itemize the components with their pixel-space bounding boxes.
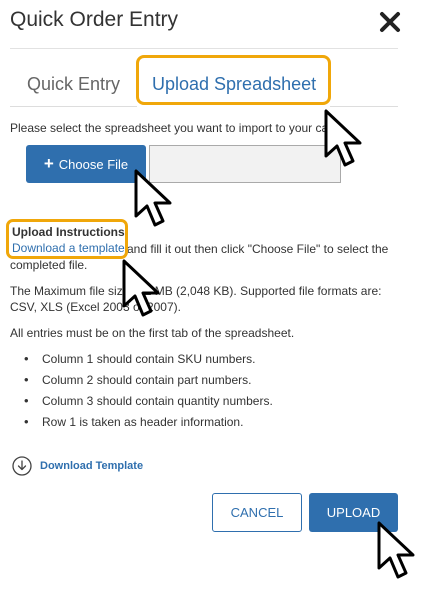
close-icon[interactable]: [378, 10, 402, 34]
tab-bar-line: [330, 106, 398, 107]
plus-icon: +: [43, 154, 54, 173]
tab-upload-spreadsheet[interactable]: Upload Spreadsheet: [152, 74, 316, 95]
instructions-paragraph-2: The Maximum file size is 2 MB (2,048 KB)…: [10, 284, 382, 314]
upload-button[interactable]: UPLOAD: [309, 493, 398, 532]
download-template-button[interactable]: Download Template: [40, 460, 143, 472]
list-item: Column 3 should contain quantity numbers…: [24, 393, 273, 415]
instructions-paragraph-3: All entries must be on the first tab of …: [10, 326, 295, 340]
instructions-list: Column 1 should contain SKU numbers. Col…: [24, 351, 273, 436]
choose-file-label: Choose File: [58, 156, 129, 172]
download-icon[interactable]: [12, 456, 32, 476]
list-item: Column 2 should contain part numbers.: [24, 372, 273, 394]
choose-file-button[interactable]: + Choose File: [26, 145, 146, 183]
tab-bar-line: [10, 106, 137, 107]
tab-quick-entry[interactable]: Quick Entry: [27, 74, 120, 95]
instruction-text: Please select the spreadsheet you want t…: [10, 121, 329, 135]
list-item: Row 1 is taken as header information.: [24, 414, 273, 436]
file-name-field[interactable]: [149, 145, 341, 183]
list-item: Column 1 should contain SKU numbers.: [24, 351, 273, 373]
cancel-button[interactable]: CANCEL: [212, 493, 302, 532]
download-template-link[interactable]: Download a template: [12, 241, 125, 255]
header-divider: [10, 48, 398, 49]
dialog-title: Quick Order Entry: [10, 8, 179, 31]
